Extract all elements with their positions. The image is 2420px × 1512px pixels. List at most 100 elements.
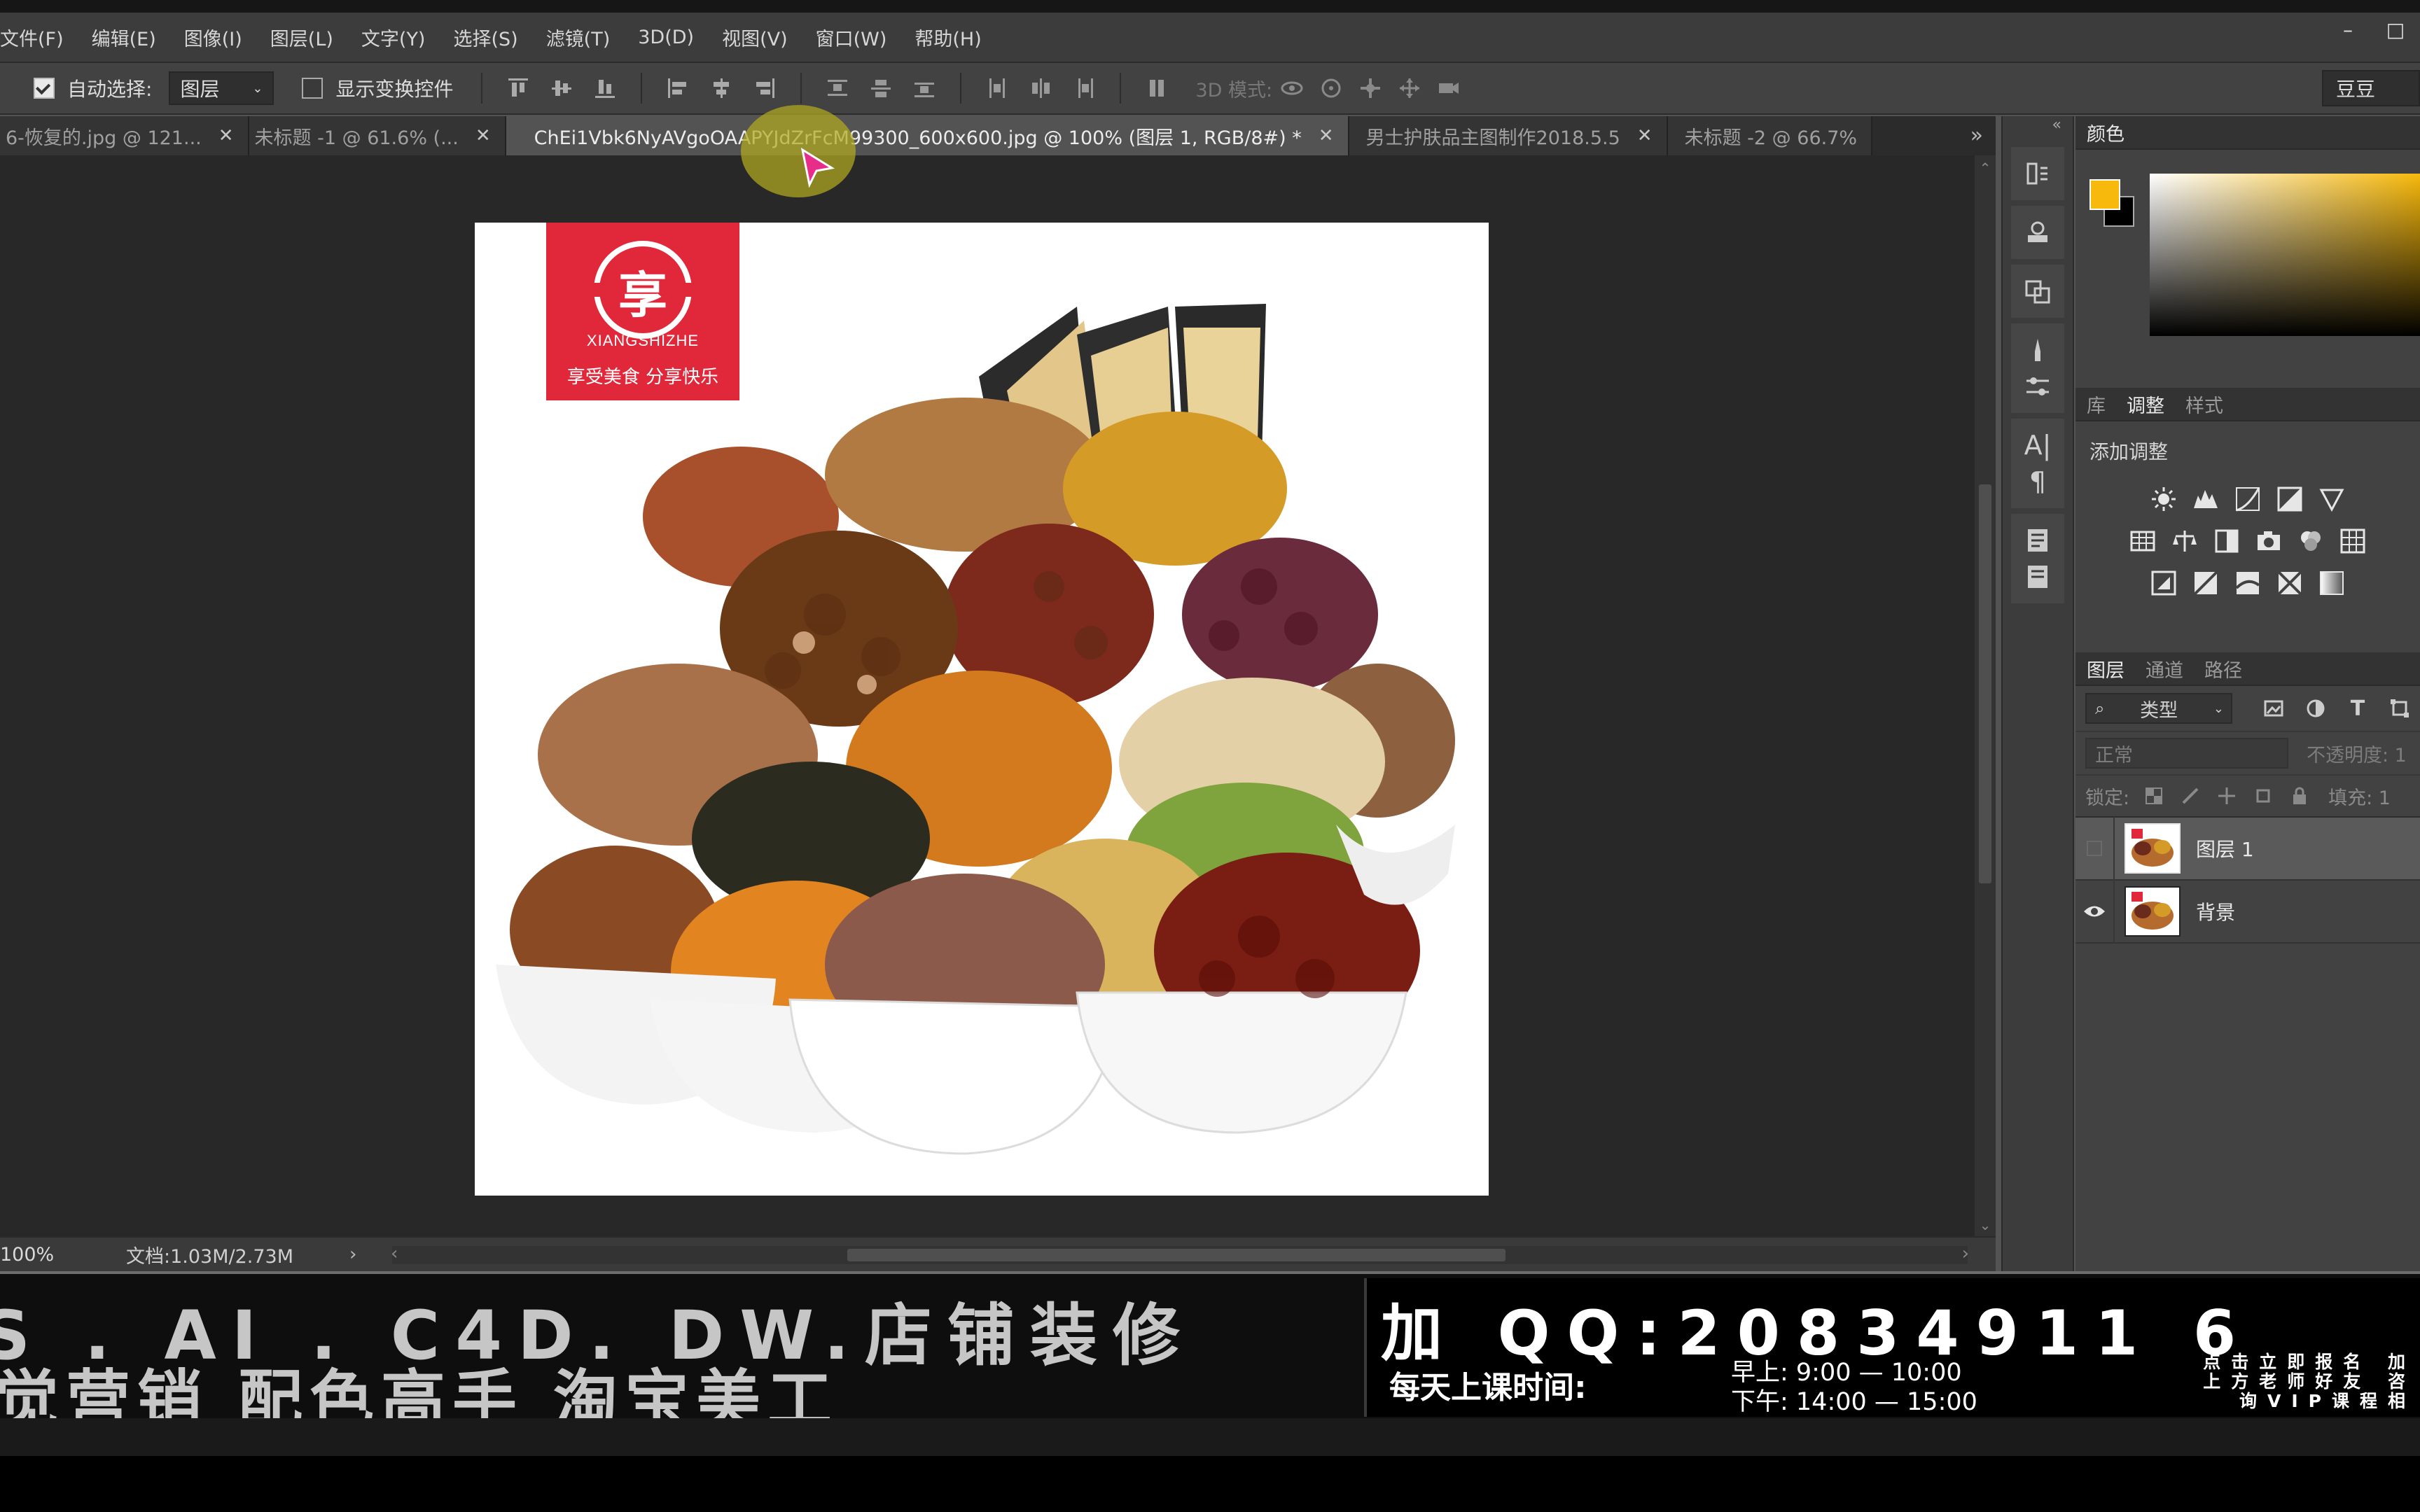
minimize-icon[interactable]: – xyxy=(2337,20,2358,41)
layer-row[interactable]: 图层 1 xyxy=(2075,817,2420,881)
close-icon[interactable]: ✕ xyxy=(475,125,491,146)
filter-shape-icon[interactable] xyxy=(2386,695,2413,722)
tab-layers[interactable]: 图层 xyxy=(2087,655,2125,682)
menu-type[interactable]: 文字(Y) xyxy=(361,24,426,51)
distribute-bottom-icon[interactable] xyxy=(910,74,938,102)
opacity-label[interactable]: 不透明度: 1 xyxy=(2307,740,2407,767)
collapse-panels-icon[interactable]: « xyxy=(2003,116,2073,141)
align-vcenter-icon[interactable] xyxy=(548,74,576,102)
vibrance-icon[interactable] xyxy=(2317,484,2346,514)
distribute-top-icon[interactable] xyxy=(823,74,851,102)
scroll-left-icon[interactable]: ‹ xyxy=(391,1243,398,1264)
lock-artboard-icon[interactable] xyxy=(2251,784,2275,808)
auto-select-target-select[interactable]: 图层 ⌄ xyxy=(169,71,274,105)
workspace-select[interactable]: 豆豆 xyxy=(2322,70,2420,106)
lock-position-icon[interactable] xyxy=(2215,784,2239,808)
tab-overflow-icon[interactable]: » xyxy=(1970,123,1983,148)
lock-all-icon[interactable] xyxy=(2288,784,2311,808)
scroll-down-icon[interactable]: ⌄ xyxy=(1975,1217,1996,1233)
menu-help[interactable]: 帮助(H) xyxy=(915,24,981,51)
menu-view[interactable]: 视图(V) xyxy=(722,24,788,51)
info-icon[interactable] xyxy=(2019,559,2056,595)
fill-label[interactable]: 填充: 1 xyxy=(2328,783,2391,810)
menu-file[interactable]: 文件(F) xyxy=(0,24,64,51)
color-lookup-icon[interactable] xyxy=(2338,526,2367,556)
close-icon[interactable]: ✕ xyxy=(1319,125,1334,146)
layer-filter-select[interactable]: ⌕ 类型 ⌄ xyxy=(2085,693,2232,724)
lock-pixels-icon[interactable] xyxy=(2178,784,2202,808)
zoom-level[interactable]: 100% xyxy=(0,1244,77,1266)
brightness-icon[interactable] xyxy=(2149,484,2178,514)
slide-3d-icon[interactable] xyxy=(1394,73,1425,104)
selective-color-icon[interactable] xyxy=(2275,568,2304,598)
layer-name[interactable]: 图层 1 xyxy=(2196,834,2254,862)
threshold-icon[interactable] xyxy=(2233,568,2262,598)
menu-layer[interactable]: 图层(L) xyxy=(270,24,333,51)
layer-name[interactable]: 背景 xyxy=(2196,897,2235,925)
horizontal-scroll-thumb[interactable] xyxy=(847,1249,1505,1261)
tab-recovered[interactable]: 6-恢复的.jpg @ 121... ✕ xyxy=(0,116,249,155)
align-bottom-icon[interactable] xyxy=(591,74,619,102)
exposure-icon[interactable] xyxy=(2275,484,2304,514)
photo-filter-icon[interactable] xyxy=(2254,526,2283,556)
distribute-hcenter-icon[interactable] xyxy=(1027,74,1055,102)
scroll-right-icon[interactable]: › xyxy=(1962,1243,1969,1264)
distribute-left-icon[interactable] xyxy=(983,74,1011,102)
foreground-color-swatch[interactable] xyxy=(2089,179,2120,210)
show-transform-checkbox[interactable] xyxy=(302,78,324,99)
close-icon[interactable]: ✕ xyxy=(1637,125,1653,146)
distribute-vcenter-icon[interactable] xyxy=(867,74,895,102)
brush-settings-icon[interactable] xyxy=(2019,368,2056,405)
properties-icon[interactable] xyxy=(2019,214,2056,251)
hue-saturation-icon[interactable] xyxy=(2128,526,2157,556)
distribute-right-icon[interactable] xyxy=(1070,74,1098,102)
close-icon[interactable]: ✕ xyxy=(218,125,234,146)
menu-window[interactable]: 窗口(W) xyxy=(816,24,887,51)
tab-styles[interactable]: 样式 xyxy=(2185,391,2223,418)
invert-icon[interactable] xyxy=(2149,568,2178,598)
tab-libraries[interactable]: 库 xyxy=(2087,391,2106,418)
curves-icon[interactable] xyxy=(2233,484,2262,514)
align-hcenter-icon[interactable] xyxy=(707,74,735,102)
layer-row[interactable]: 背景 xyxy=(2075,880,2420,944)
align-right-icon[interactable] xyxy=(751,74,779,102)
align-left-icon[interactable] xyxy=(664,74,692,102)
menu-filter[interactable]: 滤镜(T) xyxy=(546,24,611,51)
levels-icon[interactable] xyxy=(2191,484,2220,514)
black-white-icon[interactable] xyxy=(2212,526,2241,556)
filter-adjustment-icon[interactable] xyxy=(2302,695,2329,722)
brush-icon[interactable] xyxy=(2019,332,2056,368)
vertical-scroll-thumb[interactable] xyxy=(1979,484,1991,883)
gradient-map-icon[interactable] xyxy=(2317,568,2346,598)
status-menu-icon[interactable]: › xyxy=(349,1244,356,1265)
filter-pixel-icon[interactable] xyxy=(2260,695,2287,722)
canvas-area[interactable]: 享 XIANGSHIZHE 享受美食 分享快乐 xyxy=(0,155,1975,1238)
layer-visibility-toggle[interactable] xyxy=(2075,880,2115,943)
tab-untitled-2[interactable]: 未标题 -2 @ 66.7% xyxy=(1667,116,1873,155)
posterize-icon[interactable] xyxy=(2191,568,2220,598)
align-top-icon[interactable] xyxy=(504,74,532,102)
orbit-3d-icon[interactable] xyxy=(1277,73,1307,104)
tab-color[interactable]: 颜色 xyxy=(2087,119,2125,146)
scroll-up-icon[interactable]: ⌃ xyxy=(1975,160,1996,176)
scale-3d-camera-icon[interactable] xyxy=(1433,73,1464,104)
layer-visibility-toggle[interactable] xyxy=(2075,817,2115,880)
roll-3d-icon[interactable] xyxy=(1316,73,1347,104)
menu-select[interactable]: 选择(S) xyxy=(453,24,517,51)
blend-mode-select[interactable]: 正常 xyxy=(2085,738,2288,769)
menu-edit[interactable]: 编辑(E) xyxy=(92,24,156,51)
paragraph-icon[interactable]: ¶ xyxy=(2019,463,2056,500)
color-balance-icon[interactable] xyxy=(2170,526,2199,556)
tab-active-document[interactable]: ChEi1Vbk6NyAVgoOAAPYJdZrFcM99300_600x600… xyxy=(506,116,1349,155)
auto-select-checkbox[interactable] xyxy=(34,78,55,99)
color-picker-field[interactable] xyxy=(2150,174,2420,336)
auto-align-icon[interactable] xyxy=(1143,74,1171,102)
tab-skincare[interactable]: 男士护肤品主图制作2018.5.5 ✕ xyxy=(1349,116,1668,155)
vertical-scrollbar[interactable]: ⌃ ⌄ xyxy=(1975,155,1996,1238)
channel-mixer-icon[interactable] xyxy=(2296,526,2325,556)
document-canvas[interactable]: 享 XIANGSHIZHE 享受美食 分享快乐 xyxy=(475,223,1489,1196)
notes-icon[interactable] xyxy=(2019,522,2056,559)
menu-image[interactable]: 图像(I) xyxy=(184,24,242,51)
clone-source-icon[interactable] xyxy=(2019,273,2056,309)
tab-adjustments[interactable]: 调整 xyxy=(2127,391,2164,418)
